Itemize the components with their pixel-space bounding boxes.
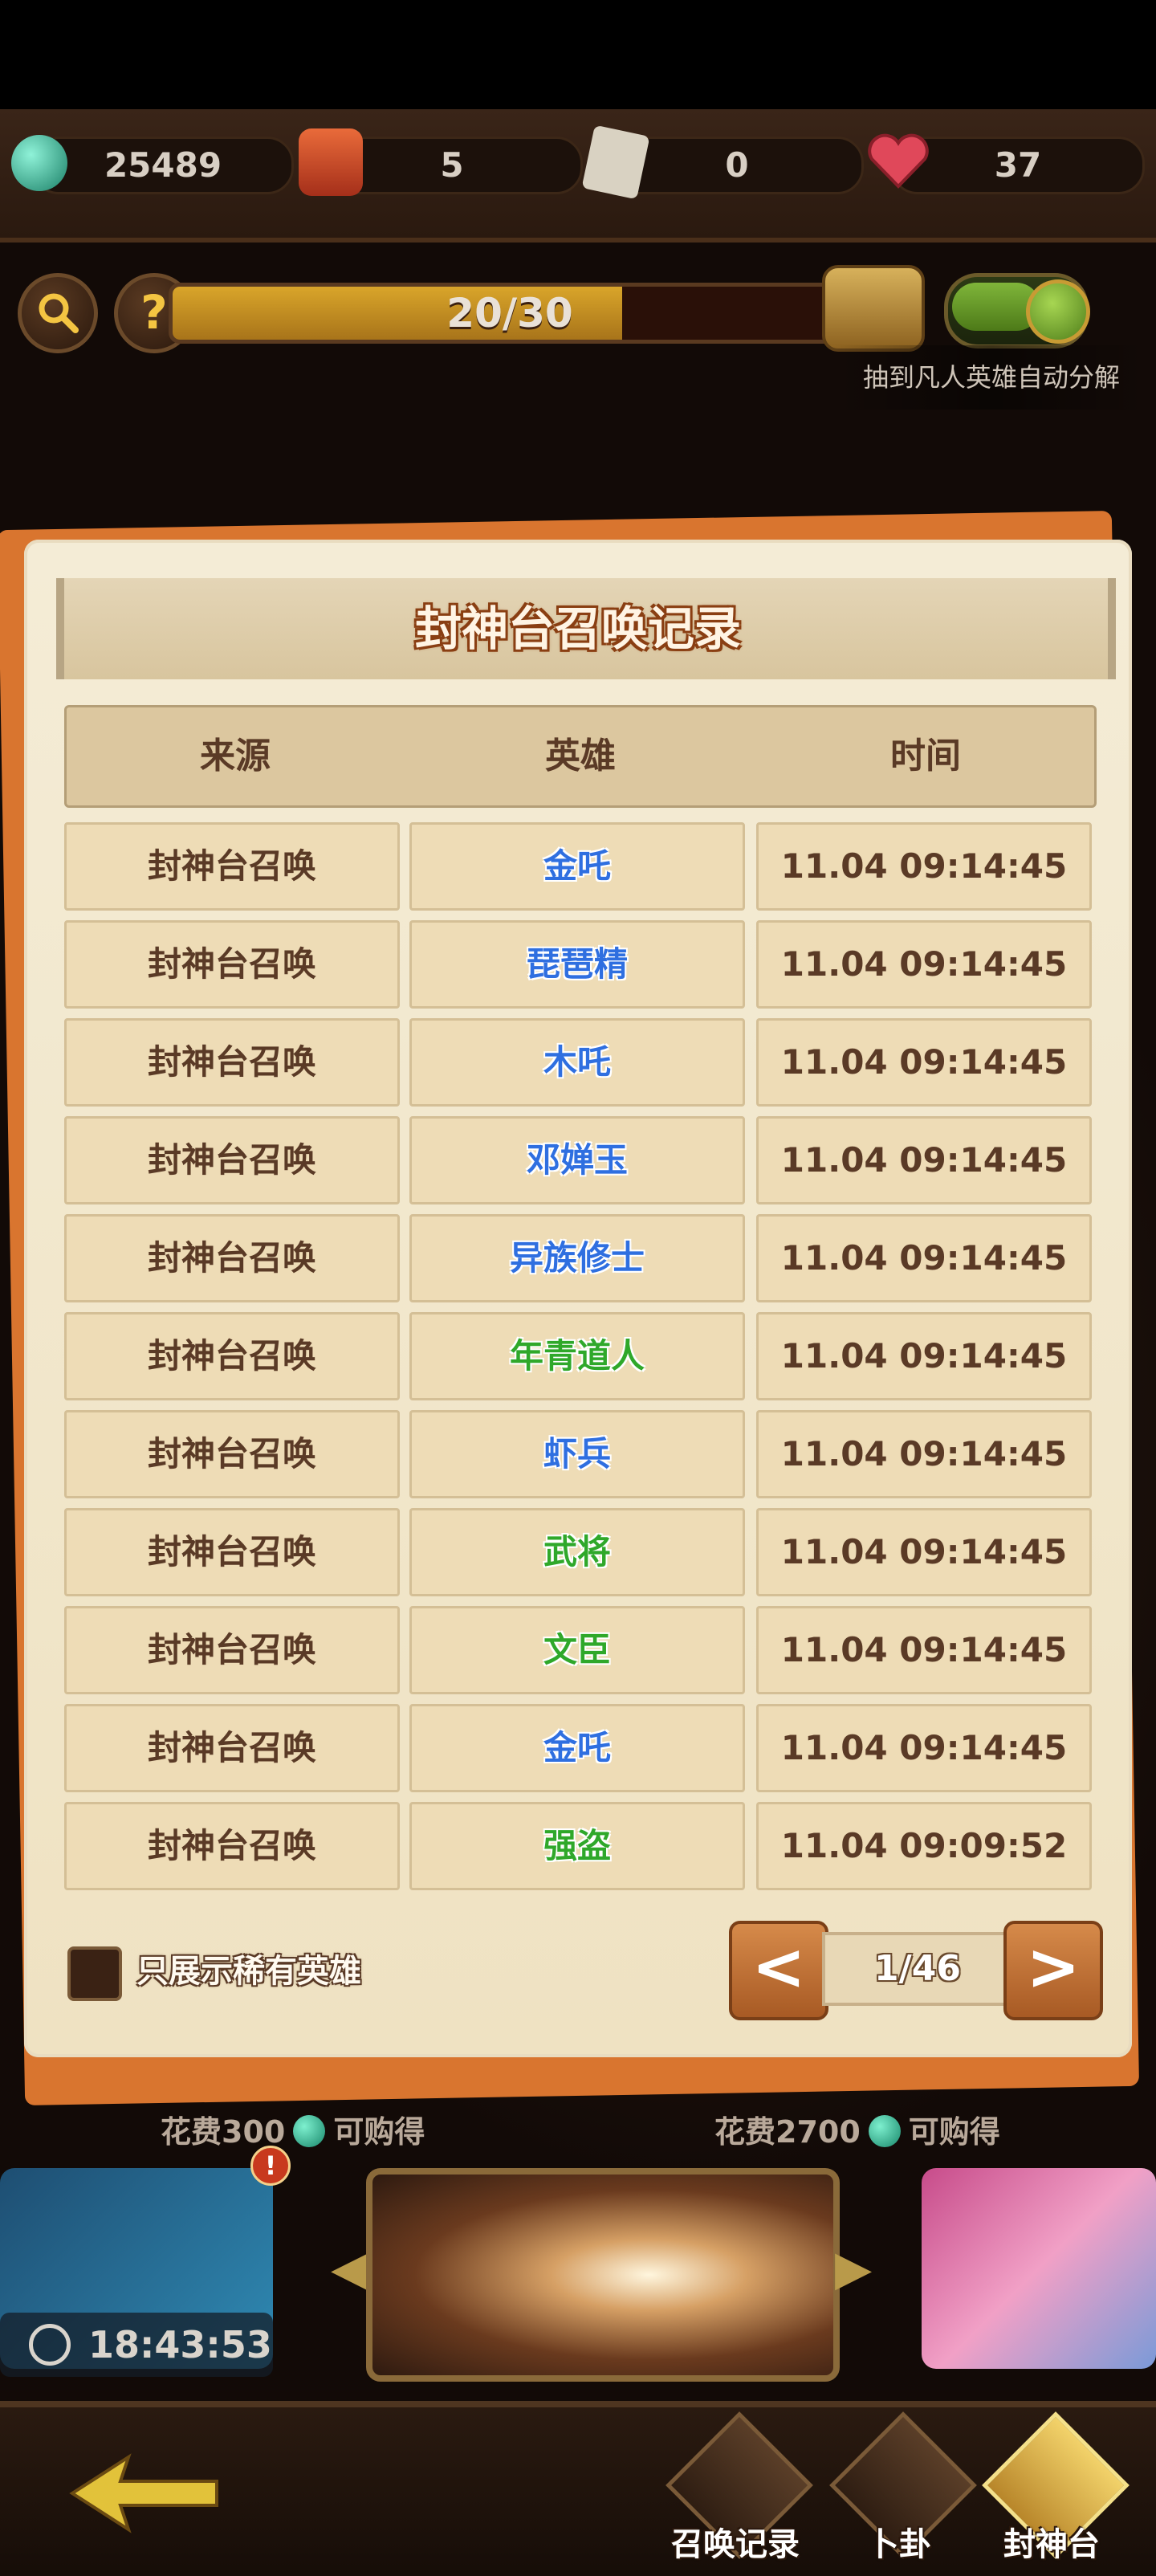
table-row: 封神台召唤 异族修士 11.04 09:14:45	[64, 1214, 1092, 1302]
back-arrow-icon[interactable]	[64, 2449, 225, 2537]
row-source: 封神台召唤	[64, 1508, 400, 1596]
table-row: 封神台召唤 琵琶精 11.04 09:14:45	[64, 920, 1092, 1009]
row-source: 封神台召唤	[64, 1606, 400, 1694]
row-hero: 虾兵	[409, 1410, 745, 1498]
progress-text: 20/30	[446, 290, 573, 336]
nav-summon-record-label: 召唤记录	[671, 2526, 800, 2563]
table-row: 封神台召唤 邓婵玉 11.04 09:14:45	[64, 1116, 1092, 1204]
status-bar	[0, 0, 1156, 109]
row-time: 11.04 09:09:52	[756, 1802, 1092, 1890]
resource-jade: 25489	[32, 137, 294, 194]
question-icon: ?	[140, 285, 168, 340]
page-indicator: 1/46	[822, 1932, 1013, 2006]
table-header: 来源 英雄 时间	[64, 705, 1097, 808]
clock-icon	[29, 2324, 71, 2366]
left-arrow-icon[interactable]: ◀	[331, 2240, 368, 2297]
jade-coin-icon	[868, 2115, 901, 2147]
row-hero: 文臣	[409, 1606, 745, 1694]
summon-card-right[interactable]	[922, 2168, 1156, 2369]
row-hero: 木吒	[409, 1018, 745, 1107]
row-time: 11.04 09:14:45	[756, 1116, 1092, 1204]
alert-icon: !	[250, 2146, 291, 2186]
nav-divination-label: 卜卦	[867, 2526, 931, 2563]
row-time: 11.04 09:14:45	[756, 1508, 1092, 1596]
row-hero: 金吒	[409, 1704, 745, 1792]
table-row: 封神台召唤 金吒 11.04 09:14:45	[64, 822, 1092, 911]
table-row: 封神台召唤 虾兵 11.04 09:14:45	[64, 1410, 1092, 1498]
row-source: 封神台召唤	[64, 1018, 400, 1107]
row-hero: 邓婵玉	[409, 1116, 745, 1204]
table-row: 封神台召唤 木吒 11.04 09:14:45	[64, 1018, 1092, 1107]
prev-page-button[interactable]: <	[729, 1921, 828, 2020]
jade-coin-icon	[293, 2115, 326, 2147]
nav-summon-record[interactable]: 召唤记录	[666, 2411, 813, 2563]
table-row: 封神台召唤 武将 11.04 09:14:45	[64, 1508, 1092, 1596]
toggle-knob[interactable]	[1026, 279, 1090, 344]
rare-only-checkbox[interactable]	[67, 1946, 122, 2001]
rare-only-label: 只展示稀有英雄	[136, 1953, 361, 1990]
row-time: 11.04 09:14:45	[756, 1606, 1092, 1694]
buy-left-cost: 花费300	[161, 2114, 286, 2150]
buy-left-suffix: 可购得	[333, 2114, 425, 2150]
row-source: 封神台召唤	[64, 1704, 400, 1792]
countdown-timer: 18:43:53	[88, 2323, 272, 2366]
row-source: 封神台召唤	[64, 1802, 400, 1890]
header-hero: 英雄	[545, 736, 616, 776]
resource-tickets: 0	[610, 137, 864, 194]
buy-option-right: 花费2700 可购得	[714, 2104, 1000, 2160]
row-hero: 年青道人	[409, 1312, 745, 1400]
row-hero: 强盗	[409, 1802, 745, 1890]
resource-bar: 25489 5 0 37	[0, 109, 1156, 243]
row-time: 11.04 09:14:45	[756, 1704, 1092, 1792]
search-icon	[34, 293, 82, 348]
row-hero: 异族修士	[409, 1214, 745, 1302]
table-row: 封神台召唤 年青道人 11.04 09:14:45	[64, 1312, 1092, 1400]
buy-option-left: 花费300 可购得	[161, 2104, 425, 2160]
next-page-button[interactable]: >	[1003, 1921, 1103, 2020]
dialog-title: 封神台召唤记录	[414, 601, 741, 656]
jade-coin-icon	[11, 135, 67, 191]
row-source: 封神台召唤	[64, 1214, 400, 1302]
heart-icon	[867, 133, 930, 190]
buy-right-suffix: 可购得	[908, 2114, 1000, 2150]
hero-figure-icon	[299, 128, 363, 196]
row-hero: 金吒	[409, 822, 745, 911]
table-row: 封神台召唤 金吒 11.04 09:14:45	[64, 1704, 1092, 1792]
row-hero: 武将	[409, 1508, 745, 1596]
row-time: 11.04 09:14:45	[756, 920, 1092, 1009]
header-source: 来源	[200, 736, 271, 776]
table-row: 封神台召唤 强盗 11.04 09:09:52	[64, 1802, 1092, 1890]
header-time: 时间	[890, 736, 961, 776]
row-source: 封神台召唤	[64, 1312, 400, 1400]
treasure-chest-icon[interactable]	[822, 265, 925, 352]
row-source: 封神台召唤	[64, 1116, 400, 1204]
row-time: 11.04 09:14:45	[756, 822, 1092, 911]
row-time: 11.04 09:14:45	[756, 1312, 1092, 1400]
table-row: 封神台召唤 文臣 11.04 09:14:45	[64, 1606, 1092, 1694]
nav-divination[interactable]: 卜卦	[829, 2411, 977, 2563]
row-time: 11.04 09:14:45	[756, 1214, 1092, 1302]
right-arrow-icon[interactable]: ▶	[835, 2240, 872, 2297]
nav-altar[interactable]: 封神台	[982, 2411, 1130, 2563]
auto-decompose-label: 抽到凡人英雄自动分解	[835, 345, 1148, 410]
buy-right-cost: 花费2700	[714, 2114, 861, 2150]
row-time: 11.04 09:14:45	[756, 1018, 1092, 1107]
row-hero: 琵琶精	[409, 920, 745, 1009]
search-button[interactable]	[18, 273, 98, 353]
nav-altar-label: 封神台	[1003, 2526, 1100, 2563]
row-time: 11.04 09:14:45	[756, 1410, 1092, 1498]
summon-card-center[interactable]	[366, 2168, 840, 2382]
row-source: 封神台召唤	[64, 1410, 400, 1498]
row-source: 封神台召唤	[64, 822, 400, 911]
summon-progress-bar: 20/30	[169, 283, 851, 344]
row-source: 封神台召唤	[64, 920, 400, 1009]
